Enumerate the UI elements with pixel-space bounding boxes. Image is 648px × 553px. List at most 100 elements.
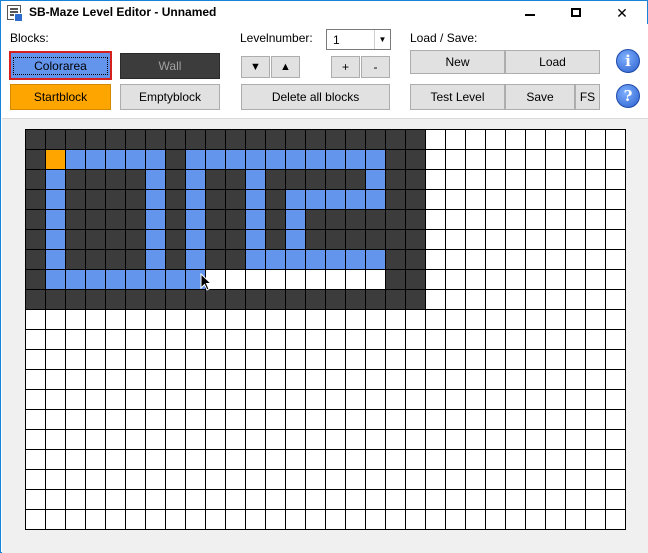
grid-cell-empty[interactable] xyxy=(405,429,426,450)
grid-cell-empty[interactable] xyxy=(525,469,546,490)
grid-cell-empty[interactable] xyxy=(605,429,626,450)
grid-cell-empty[interactable] xyxy=(105,429,126,450)
grid-cell-empty[interactable] xyxy=(385,349,406,370)
level-up-button[interactable]: ▲ xyxy=(271,56,300,78)
grid-cell-color[interactable] xyxy=(165,269,186,290)
grid-cell-wall[interactable] xyxy=(85,289,106,310)
grid-cell-empty[interactable] xyxy=(385,469,406,490)
grid-cell-empty[interactable] xyxy=(185,389,206,410)
grid-cell-empty[interactable] xyxy=(565,269,586,290)
grid-cell-empty[interactable] xyxy=(345,469,366,490)
grid-cell-wall[interactable] xyxy=(405,169,426,190)
grid-cell-empty[interactable] xyxy=(545,389,566,410)
grid-cell-empty[interactable] xyxy=(565,129,586,150)
grid-cell-empty[interactable] xyxy=(605,229,626,250)
grid-cell-empty[interactable] xyxy=(585,189,606,210)
grid-cell-empty[interactable] xyxy=(265,469,286,490)
grid-cell-empty[interactable] xyxy=(125,409,146,430)
grid-cell-empty[interactable] xyxy=(485,489,506,510)
grid-cell-wall[interactable] xyxy=(125,129,146,150)
grid-cell-empty[interactable] xyxy=(425,509,446,530)
grid-cell-empty[interactable] xyxy=(505,269,526,290)
grid-cell-empty[interactable] xyxy=(545,289,566,310)
grid-cell-empty[interactable] xyxy=(345,369,366,390)
grid-cell-empty[interactable] xyxy=(305,269,326,290)
grid-cell-wall[interactable] xyxy=(225,189,246,210)
grid-cell-empty[interactable] xyxy=(405,409,426,430)
grid-cell-wall[interactable] xyxy=(205,249,226,270)
grid-cell-wall[interactable] xyxy=(225,249,246,270)
grid-cell-empty[interactable] xyxy=(105,409,126,430)
grid-cell-empty[interactable] xyxy=(385,429,406,450)
grid-cell-empty[interactable] xyxy=(585,329,606,350)
grid-cell-empty[interactable] xyxy=(565,469,586,490)
grid-cell-wall[interactable] xyxy=(345,169,366,190)
grid-cell-empty[interactable] xyxy=(505,169,526,190)
grid-cell-empty[interactable] xyxy=(605,369,626,390)
grid-cell-wall[interactable] xyxy=(365,129,386,150)
grid-cell-empty[interactable] xyxy=(525,249,546,270)
grid-cell-empty[interactable] xyxy=(505,129,526,150)
chevron-down-icon[interactable]: ▼ xyxy=(374,30,390,49)
grid-cell-empty[interactable] xyxy=(365,429,386,450)
grid-cell-empty[interactable] xyxy=(45,349,66,370)
grid-cell-empty[interactable] xyxy=(545,149,566,170)
grid-cell-empty[interactable] xyxy=(185,349,206,370)
grid-cell-empty[interactable] xyxy=(545,229,566,250)
grid-cell-empty[interactable] xyxy=(505,329,526,350)
grid-cell-empty[interactable] xyxy=(605,149,626,170)
grid-cell-color[interactable] xyxy=(65,149,86,170)
grid-cell-color[interactable] xyxy=(245,249,266,270)
grid-cell-empty[interactable] xyxy=(585,149,606,170)
grid-cell-empty[interactable] xyxy=(425,189,446,210)
grid-cell-wall[interactable] xyxy=(165,129,186,150)
new-button[interactable]: New xyxy=(410,50,505,74)
grid-cell-color[interactable] xyxy=(45,169,66,190)
grid-cell-color[interactable] xyxy=(105,149,126,170)
grid-cell-wall[interactable] xyxy=(25,269,46,290)
emptyblock-button[interactable]: Emptyblock xyxy=(120,84,220,110)
grid-cell-color[interactable] xyxy=(265,249,286,270)
grid-cell-empty[interactable] xyxy=(525,409,546,430)
grid-cell-empty[interactable] xyxy=(325,309,346,330)
grid-cell-empty[interactable] xyxy=(65,449,86,470)
grid-cell-empty[interactable] xyxy=(565,489,586,510)
grid-cell-wall[interactable] xyxy=(105,169,126,190)
grid-cell-color[interactable] xyxy=(345,149,366,170)
grid-cell-wall[interactable] xyxy=(325,289,346,310)
grid-cell-empty[interactable] xyxy=(225,389,246,410)
grid-cell-empty[interactable] xyxy=(565,449,586,470)
grid-cell-color[interactable] xyxy=(145,229,166,250)
grid-cell-wall[interactable] xyxy=(25,229,46,250)
grid-cell-empty[interactable] xyxy=(585,509,606,530)
grid-cell-empty[interactable] xyxy=(485,309,506,330)
grid-cell-empty[interactable] xyxy=(25,489,46,510)
grid-cell-empty[interactable] xyxy=(105,309,126,330)
grid-cell-empty[interactable] xyxy=(605,249,626,270)
grid-cell-empty[interactable] xyxy=(565,309,586,330)
grid-cell-empty[interactable] xyxy=(225,309,246,330)
grid-cell-color[interactable] xyxy=(225,149,246,170)
grid-cell-empty[interactable] xyxy=(485,509,506,530)
grid-cell-empty[interactable] xyxy=(325,389,346,410)
grid-cell-empty[interactable] xyxy=(245,449,266,470)
grid-cell-empty[interactable] xyxy=(265,389,286,410)
grid-cell-empty[interactable] xyxy=(145,389,166,410)
grid-cell-empty[interactable] xyxy=(265,269,286,290)
grid-cell-color[interactable] xyxy=(305,149,326,170)
grid-cell-color[interactable] xyxy=(45,269,66,290)
grid-cell-wall[interactable] xyxy=(385,229,406,250)
grid-cell-wall[interactable] xyxy=(125,189,146,210)
grid-cell-color[interactable] xyxy=(45,229,66,250)
grid-cell-wall[interactable] xyxy=(325,229,346,250)
grid-cell-empty[interactable] xyxy=(605,269,626,290)
grid-cell-color[interactable] xyxy=(325,189,346,210)
grid-cell-empty[interactable] xyxy=(465,329,486,350)
grid-cell-wall[interactable] xyxy=(385,289,406,310)
grid-cell-empty[interactable] xyxy=(565,329,586,350)
grid-cell-color[interactable] xyxy=(185,169,206,190)
grid-cell-empty[interactable] xyxy=(85,389,106,410)
grid-cell-empty[interactable] xyxy=(85,509,106,530)
grid-cell-color[interactable] xyxy=(85,269,106,290)
grid-cell-empty[interactable] xyxy=(585,409,606,430)
